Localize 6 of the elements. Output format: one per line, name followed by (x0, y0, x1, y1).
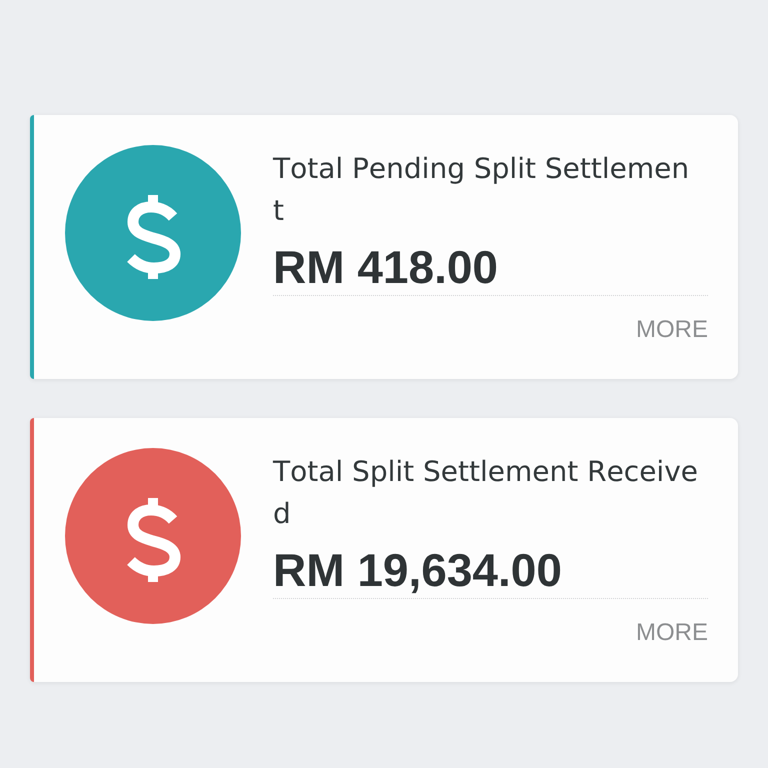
more-link[interactable]: MORE (636, 618, 708, 647)
amount-value: RM 418.00 (273, 242, 500, 293)
card-title: Total Split Settlement Received (273, 454, 699, 532)
more-link[interactable]: MORE (636, 315, 708, 344)
amount-value: RM 19,634.00 (273, 545, 563, 596)
card-title: Total Pending Split Settlement (273, 151, 690, 229)
